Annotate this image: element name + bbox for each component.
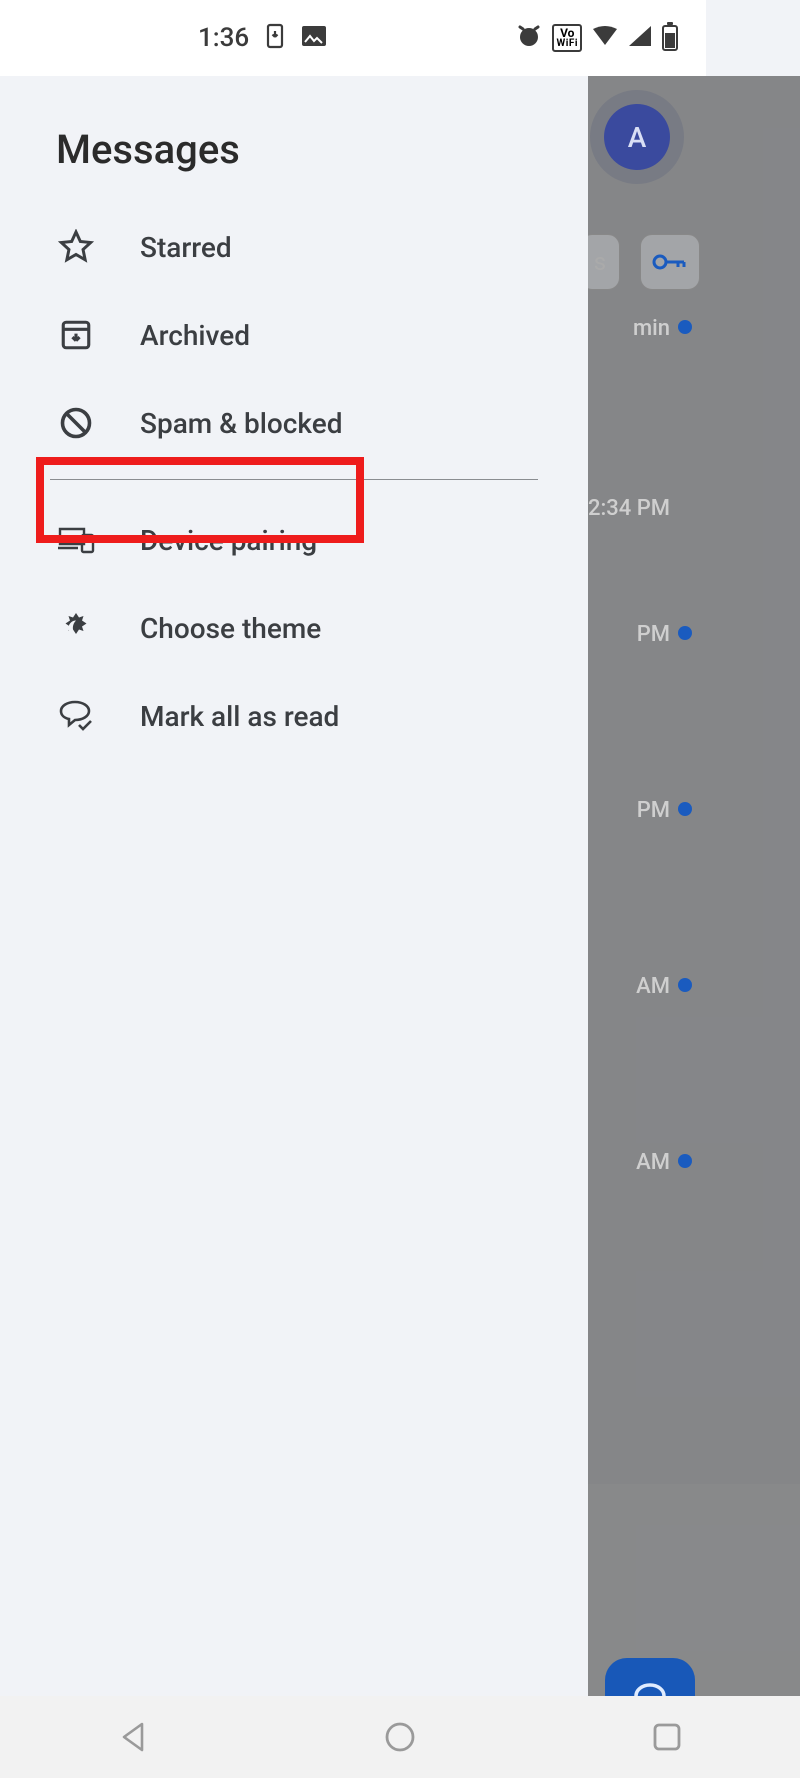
battery-icon [662,25,678,51]
status-bar: 1:36 VoWiFi [0,0,706,76]
theme-icon [56,608,96,648]
drawer-item-starred[interactable]: Starred [0,203,588,291]
conv-time: AM [636,1150,670,1175]
signal-icon [628,25,652,51]
alarm-icon [516,23,542,53]
mark-read-icon [56,696,96,736]
star-icon [56,227,96,267]
wifi-icon [592,25,618,51]
drawer-title: Messages [0,76,588,203]
drawer-item-label: Archived [140,319,250,352]
drawer-item-label: Choose theme [140,612,321,645]
navigation-drawer: Messages Starred Archived Spam & blocked… [0,76,588,1696]
drawer-item-label: Mark all as read [140,700,339,733]
profile-avatar[interactable]: A [604,104,670,170]
drawer-item-spam-blocked[interactable]: Spam & blocked [0,379,588,467]
drawer-item-label: Device pairing [140,524,317,557]
unread-dot [678,320,692,334]
drawer-item-device-pairing[interactable]: Device pairing [0,496,588,584]
archive-icon [56,315,96,355]
back-button[interactable] [114,1718,152,1756]
conv-time: min [633,316,670,341]
unread-dot [678,1154,692,1168]
drawer-item-label: Starred [140,231,232,264]
drawer-item-choose-theme[interactable]: Choose theme [0,584,588,672]
system-navigation-bar [0,1696,800,1778]
block-icon [56,403,96,443]
drawer-item-mark-all-read[interactable]: Mark all as read [0,672,588,760]
conv-time: AM [636,974,670,999]
chip-label: s [594,248,606,276]
conv-time: PM [637,798,670,823]
vowifi-icon: VoWiFi [552,24,582,52]
recents-button[interactable] [648,1718,686,1756]
filter-chip-key[interactable] [640,234,700,290]
picture-icon [301,25,327,51]
unread-dot [678,978,692,992]
download-icon [265,23,285,53]
status-time: 1:36 [198,23,249,53]
drawer-divider [50,479,538,480]
conv-time: PM [637,622,670,647]
drawer-item-archived[interactable]: Archived [0,291,588,379]
unread-dot [678,626,692,640]
home-button[interactable] [381,1718,419,1756]
drawer-item-label: Spam & blocked [140,407,343,440]
conv-time: 2:34 PM [588,496,670,521]
unread-dot [678,802,692,816]
devices-icon [56,520,96,560]
